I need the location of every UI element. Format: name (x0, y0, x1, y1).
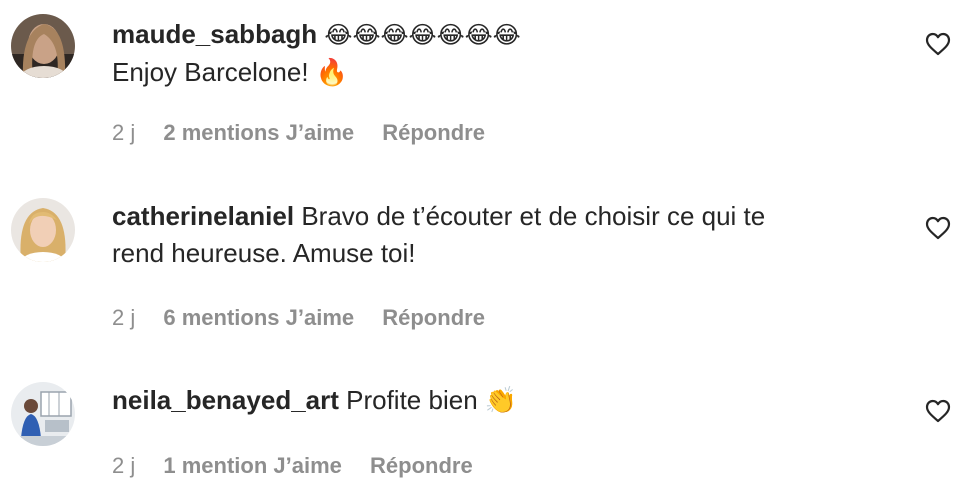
comment-meta: 2 j 1 mention J’aime Répondre (112, 452, 473, 480)
comment-text: Enjoy Barcelone! 🔥 (112, 57, 349, 87)
heart-outline-icon[interactable] (925, 32, 951, 56)
comment-emojis: 😂😂😂😂😂😂😂 (324, 21, 521, 49)
reply-button[interactable]: Répondre (382, 305, 485, 330)
comment-item: maude_sabbagh 😂😂😂😂😂😂😂 Enjoy Barcelone! 🔥… (0, 0, 974, 160)
comment-text-line-1: Bravo de t’écouter et de choisir ce qui … (301, 201, 766, 231)
comment-age[interactable]: 2 j (112, 453, 135, 478)
heart-outline-icon[interactable] (925, 216, 951, 240)
comment-username[interactable]: catherinelaniel (112, 201, 294, 231)
comment-likes[interactable]: 6 mentions J’aime (163, 305, 354, 330)
heart-outline-icon[interactable] (925, 399, 951, 423)
comment-item: neila_benayed_art Profite bien 👏 2 j 1 m… (0, 346, 974, 488)
comment-text-line-2: rend heureuse. Amuse toi! (112, 238, 416, 268)
comment-meta: 2 j 6 mentions J’aime Répondre (112, 304, 485, 332)
comment-username[interactable]: maude_sabbagh (112, 19, 317, 49)
comment-likes[interactable]: 1 mention J’aime (163, 453, 342, 478)
comment-body: maude_sabbagh 😂😂😂😂😂😂😂 Enjoy Barcelone! 🔥 (112, 16, 872, 91)
comment-text: Profite bien 👏 (346, 385, 518, 415)
comment-likes[interactable]: 2 mentions J’aime (163, 120, 354, 145)
avatar[interactable] (11, 14, 75, 78)
comment-age[interactable]: 2 j (112, 305, 135, 330)
avatar[interactable] (11, 198, 75, 262)
comment-meta: 2 j 2 mentions J’aime Répondre (112, 119, 485, 147)
comment-body: catherinelaniel Bravo de t’écouter et de… (112, 198, 872, 272)
comment-username[interactable]: neila_benayed_art (112, 385, 339, 415)
reply-button[interactable]: Répondre (382, 120, 485, 145)
comment-item: catherinelaniel Bravo de t’écouter et de… (0, 160, 974, 346)
comment-body: neila_benayed_art Profite bien 👏 (112, 382, 872, 419)
comment-age[interactable]: 2 j (112, 120, 135, 145)
reply-button[interactable]: Répondre (370, 453, 473, 478)
avatar[interactable] (11, 382, 75, 446)
